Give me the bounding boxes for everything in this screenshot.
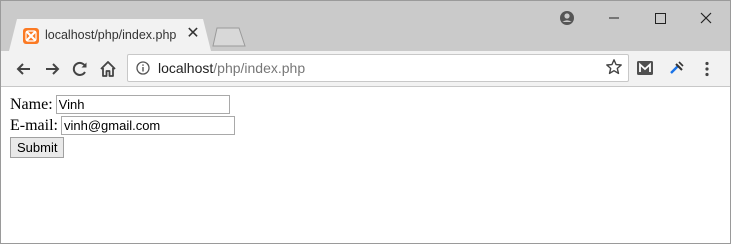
- submit-row: Submit: [10, 136, 235, 158]
- back-icon[interactable]: [14, 59, 34, 79]
- submit-button[interactable]: Submit: [10, 136, 65, 158]
- email-row: E-mail:: [10, 115, 235, 136]
- name-input[interactable]: [55, 95, 230, 114]
- forward-icon[interactable]: [42, 59, 62, 79]
- bookmark-star-icon[interactable]: [605, 58, 623, 76]
- name-row: Name:: [10, 94, 235, 115]
- browser-toolbar: localhost/php/index.php: [1, 51, 730, 87]
- browser-window: localhost/php/index.php ✕ localhost/php/…: [0, 0, 731, 244]
- user-form: Name: E-mail: Submit: [10, 94, 235, 158]
- close-icon[interactable]: [683, 7, 729, 29]
- url-text: localhost/php/index.php: [158, 60, 305, 76]
- name-label: Name:: [10, 95, 53, 113]
- maximize-icon[interactable]: [637, 7, 683, 29]
- reload-icon[interactable]: [70, 59, 90, 79]
- email-label: E-mail:: [10, 116, 58, 134]
- page-content: Name: E-mail: Submit: [1, 87, 730, 243]
- minimize-icon[interactable]: [591, 7, 637, 29]
- url-host: localhost: [158, 60, 214, 76]
- tab-title: localhost/php/index.php: [45, 28, 177, 42]
- browser-tab[interactable]: localhost/php/index.php ✕: [9, 19, 211, 51]
- profile-icon[interactable]: [556, 8, 578, 28]
- menu-icon[interactable]: [699, 59, 715, 79]
- xampp-icon: [23, 28, 39, 44]
- title-bar: localhost/php/index.php ✕: [1, 1, 730, 51]
- info-icon[interactable]: [136, 61, 150, 75]
- tab-close-icon[interactable]: ✕: [185, 25, 201, 43]
- tool-extension-icon[interactable]: [668, 59, 686, 77]
- new-tab-button[interactable]: [211, 27, 247, 47]
- home-icon[interactable]: [98, 59, 118, 79]
- url-path: /php/index.php: [213, 60, 306, 76]
- gmail-extension-icon[interactable]: [636, 59, 654, 77]
- address-bar[interactable]: localhost/php/index.php: [127, 54, 629, 82]
- email-input[interactable]: [60, 116, 235, 135]
